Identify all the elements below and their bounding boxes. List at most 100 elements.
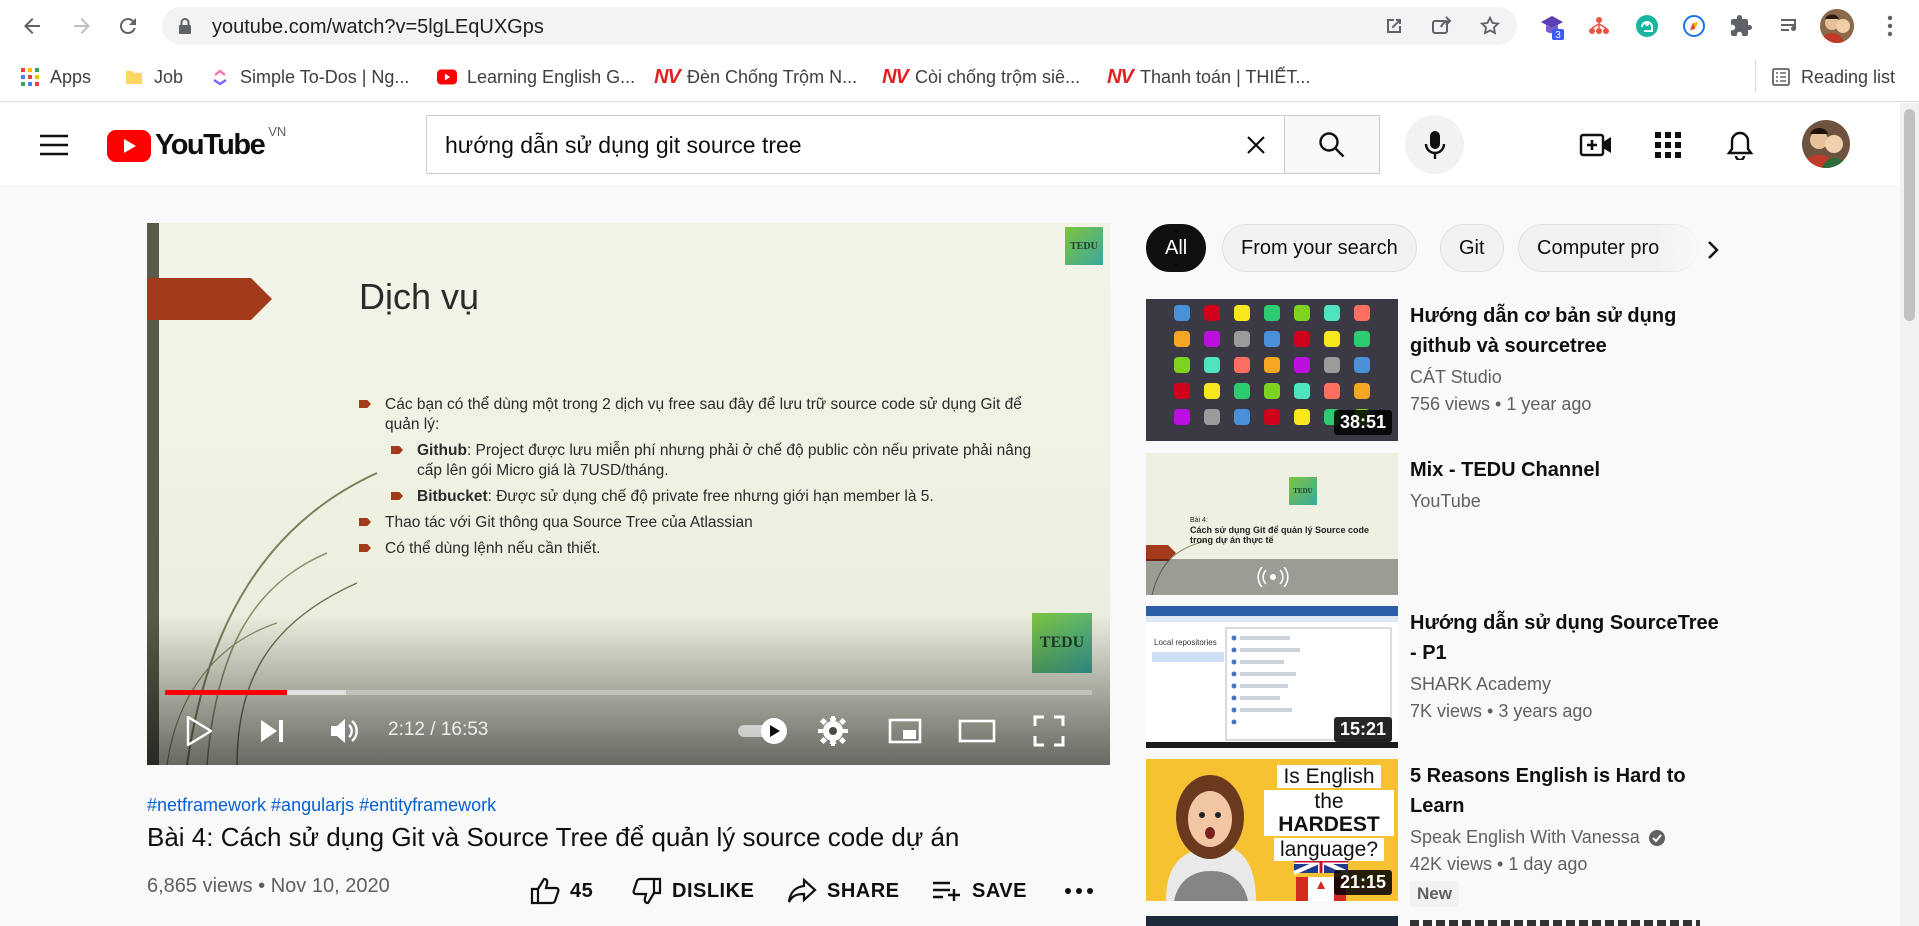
recommendation-item[interactable]: Local repositories 15:21 Hướng dẫn sử dụ… <box>1146 606 1736 748</box>
next-recommendation-thumbnail-partial[interactable] <box>1146 916 1398 926</box>
app-tile <box>1264 331 1280 347</box>
played-bar <box>165 690 288 695</box>
bookmark-apps[interactable]: Apps <box>20 64 91 90</box>
recommendation-title: 5 Reasons English is Hard to Learn <box>1410 765 1686 817</box>
app-tile <box>1294 357 1310 373</box>
app-tile <box>1354 305 1370 321</box>
chip-all[interactable]: All <box>1146 224 1207 272</box>
settings-button[interactable] <box>813 711 853 751</box>
extensions-puzzle-icon[interactable] <box>1727 12 1755 40</box>
youtube-icon <box>437 67 457 87</box>
volume-button[interactable] <box>324 711 364 751</box>
apps-grid-icon <box>1655 132 1681 158</box>
youtube-logo[interactable]: YouTube VN <box>107 124 286 162</box>
bookmark-thanh-toan[interactable]: NV Thanh toán | THIẾT... <box>1107 64 1310 90</box>
app-tile <box>1204 383 1220 399</box>
reload-button[interactable] <box>112 10 144 42</box>
app-tile <box>1264 357 1280 373</box>
channel-name[interactable]: YouTube <box>1410 491 1481 512</box>
recommendation-item[interactable]: TEDU Bài 4: Cách sử dụng Git để quản lý … <box>1146 453 1736 595</box>
bookmark-job[interactable]: Job <box>124 64 183 90</box>
dislike-button[interactable]: DISLIKE <box>632 876 754 906</box>
thumb-headline: Is English the HARDEST language? <box>1264 765 1394 863</box>
clear-search-button[interactable] <box>1240 129 1272 161</box>
miniplayer-button[interactable] <box>885 711 925 751</box>
share-button[interactable]: SHARE <box>787 876 900 906</box>
search-input[interactable]: hướng dẫn sử dụng git source tree <box>426 115 1285 174</box>
address-bar[interactable]: youtube.com/watch?v=5lgLEqUXGps <box>162 7 1517 45</box>
recommendation-item[interactable]: Is English the HARDEST language? 21:15 5… <box>1146 759 1736 907</box>
theater-mode-button[interactable] <box>957 711 997 751</box>
clickup-icon <box>210 67 230 87</box>
bookmark-star-icon[interactable] <box>1479 15 1501 37</box>
video-thumbnail[interactable]: Is English the HARDEST language? 21:15 <box>1146 759 1398 901</box>
close-icon <box>1247 136 1265 154</box>
next-button[interactable] <box>252 711 292 751</box>
open-in-app-icon[interactable] <box>1383 15 1405 37</box>
video-thumbnail[interactable]: Local repositories 15:21 <box>1146 606 1398 748</box>
save-button[interactable]: SAVE <box>932 876 1027 906</box>
bookmark-coi-chong-trom[interactable]: NV Còi chống trộm siê... <box>882 64 1080 90</box>
new-badge: New <box>1410 881 1459 907</box>
bookmark-simple-todos[interactable]: Simple To-Dos | Ng... <box>210 64 409 90</box>
channel-name[interactable]: CÁT Studio <box>1410 367 1502 388</box>
video-player[interactable]: Dịch vụ Các bạn có thể dùng một trong 2 … <box>147 223 1110 765</box>
media-queue-icon[interactable] <box>1776 12 1804 40</box>
notifications-button[interactable] <box>1722 127 1758 163</box>
back-button[interactable] <box>16 10 48 42</box>
page-scrollbar[interactable] <box>1900 103 1919 926</box>
extension-graduation-icon[interactable]: 3 <box>1538 12 1566 40</box>
slide-arrow-icon <box>147 278 272 320</box>
scrollbar-thumb[interactable] <box>1904 109 1915 321</box>
app-tile <box>1174 357 1190 373</box>
recommendation-item[interactable]: 38:51 Hướng dẫn cơ bản sử dụng github và… <box>1146 299 1736 441</box>
skip-next-icon <box>261 720 283 742</box>
video-thumbnail[interactable]: 38:51 <box>1146 299 1398 441</box>
video-title: Bài 4: Cách sử dụng Git và Source Tree đ… <box>147 822 960 852</box>
bell-icon <box>1727 131 1753 160</box>
bookmark-label: Simple To-Dos | Ng... <box>240 66 410 87</box>
chevron-right-icon <box>1708 241 1719 259</box>
apps-button[interactable] <box>1650 127 1686 163</box>
time-display: 2:12 / 16:53 <box>388 719 489 740</box>
channel-name-row[interactable]: Speak English With Vanessa <box>1410 827 1666 848</box>
reading-list-button[interactable]: Reading list <box>1771 64 1895 90</box>
app-tile <box>1264 383 1280 399</box>
profile-avatar[interactable] <box>1820 9 1854 43</box>
fullscreen-button[interactable] <box>1029 711 1069 751</box>
channel-name[interactable]: SHARK Academy <box>1410 674 1551 695</box>
share-label: SHARE <box>827 879 900 902</box>
chip-git[interactable]: Git <box>1440 224 1504 272</box>
chips-next-button[interactable] <box>1695 232 1731 268</box>
extension-brain-icon[interactable] <box>1633 12 1661 40</box>
url-text: youtube.com/watch?v=5lgLEqUXGps <box>212 16 544 38</box>
voice-search-button[interactable] <box>1405 115 1464 174</box>
extension-compass-icon[interactable] <box>1680 12 1708 40</box>
progress-bar[interactable] <box>165 690 1092 695</box>
mix-thumbnail[interactable]: TEDU Bài 4: Cách sử dụng Git để quản lý … <box>1146 453 1398 595</box>
video-meta: 6,865 views • Nov 10, 2020 <box>147 875 390 897</box>
autoplay-toggle[interactable] <box>735 711 791 751</box>
chip-from-your-search[interactable]: From your search <box>1222 224 1417 272</box>
app-tile <box>1294 383 1310 399</box>
more-actions-button[interactable] <box>1064 876 1094 906</box>
account-avatar[interactable] <box>1802 120 1850 168</box>
fullscreen-icon <box>1033 715 1065 747</box>
play-button[interactable] <box>179 711 219 751</box>
save-label: SAVE <box>972 879 1027 902</box>
nv-logo-icon: NV <box>654 65 681 88</box>
app-tile <box>1264 409 1280 425</box>
bookmark-learning-english[interactable]: Learning English G... <box>437 64 635 90</box>
create-video-button[interactable] <box>1578 127 1614 163</box>
share-icon[interactable] <box>1431 15 1453 37</box>
extension-hierarchy-icon[interactable] <box>1585 12 1613 40</box>
bookmark-label: Learning English G... <box>467 66 636 87</box>
bookmark-den-chong-trom[interactable]: NV Đèn Chống Trộm N... <box>654 64 857 90</box>
forward-button[interactable] <box>66 10 98 42</box>
browser-menu-button[interactable] <box>1870 10 1910 42</box>
video-hashtags[interactable]: #netframework #angularjs #entityframewor… <box>147 795 496 816</box>
bookmark-label: Apps <box>50 66 92 87</box>
like-button[interactable]: 45 <box>530 876 593 906</box>
search-button[interactable] <box>1284 115 1380 174</box>
guide-menu-button[interactable] <box>36 127 72 163</box>
